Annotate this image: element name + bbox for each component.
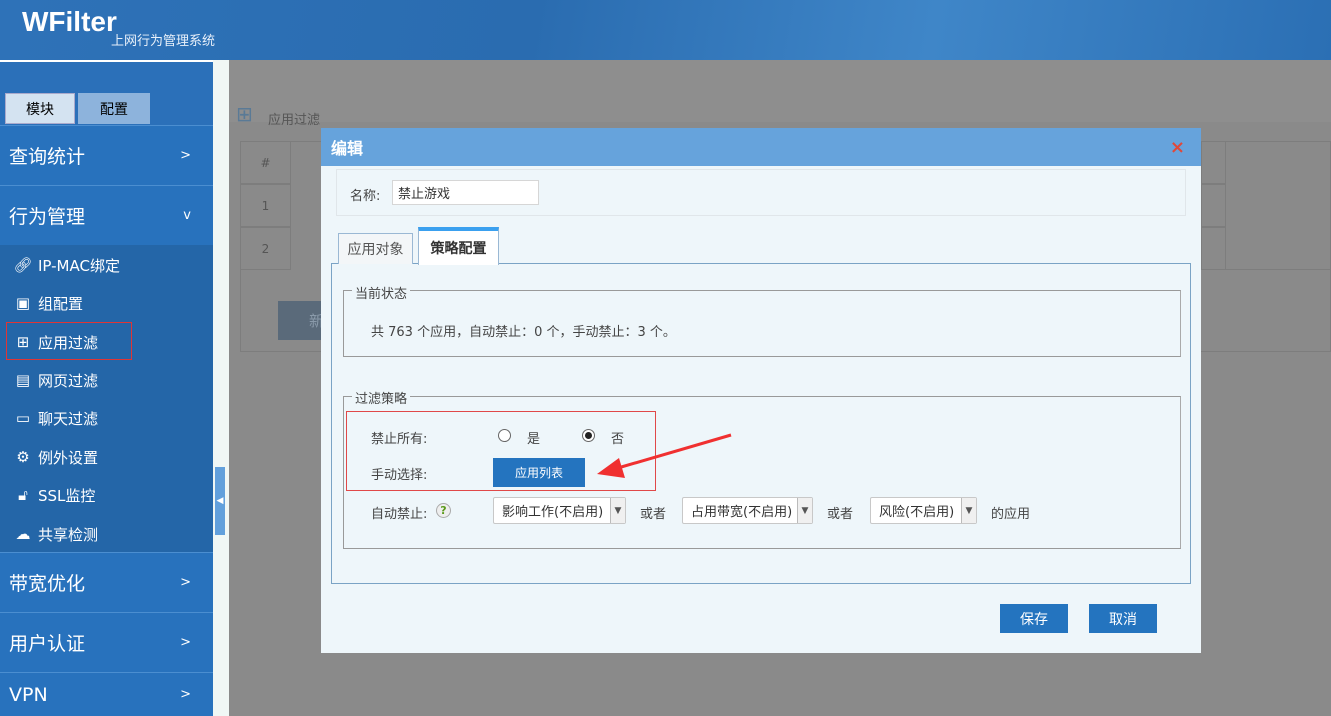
collapse-sidebar-toggle[interactable]: ◀ — [215, 467, 225, 535]
status-legend: 当前状态 — [352, 283, 411, 302]
radio-yes-label: 是 — [527, 432, 541, 447]
chevron-right-icon: > — [180, 635, 191, 650]
sidebar-item-ip-mac[interactable]: 🔗︎ IP-MAC绑定 — [12, 251, 120, 279]
link-icon: 🔗︎ — [13, 256, 33, 274]
item-label: 组配置 — [38, 294, 84, 313]
name-input[interactable] — [392, 180, 539, 205]
dialog-title: 编辑 — [331, 139, 364, 158]
app-header: WFilter 上网行为管理系统 — [0, 0, 1331, 60]
page-icon: ▤ — [15, 371, 31, 389]
item-label: 聊天过滤 — [38, 409, 99, 428]
menu-label: 查询统计 — [9, 146, 86, 168]
radio-yes[interactable] — [498, 429, 511, 442]
tab-config[interactable]: 配置 — [78, 93, 150, 124]
select-value: 风险(不启用) — [879, 505, 955, 520]
menu-query-stats[interactable]: 查询统计 > — [0, 125, 213, 185]
manual-label: 手动选择: — [371, 468, 428, 483]
caret-left-icon: ◀ — [216, 496, 224, 506]
sidebar-gutter — [213, 60, 229, 716]
edit-dialog: 编辑 × 名称: 应用对象 策略配置 当前状态 共 763 个应用，自动禁止：0… — [321, 128, 1201, 653]
select-value: 占用带宽(不启用) — [691, 505, 793, 520]
cancel-button[interactable]: 取消 — [1089, 604, 1157, 633]
red-arrow-annotation — [597, 433, 732, 478]
close-icon[interactable]: × — [1170, 137, 1185, 158]
bandwidth-select[interactable]: 占用带宽(不启用) ▼ — [682, 497, 813, 524]
chevron-right-icon: > — [180, 575, 191, 590]
table-row: 2 — [240, 227, 291, 270]
breadcrumb-bar — [229, 60, 1331, 122]
chat-icon: ▭ — [15, 409, 31, 427]
sidebar-item-ssl[interactable]: 🔓︎ SSL监控 — [12, 481, 95, 509]
select-value: 影响工作(不启用) — [502, 505, 604, 520]
chevron-down-icon: ▼ — [797, 498, 812, 523]
table-header: # — [240, 141, 291, 184]
gear-icon: ⚙ — [16, 448, 30, 466]
suffix-label: 的应用 — [991, 507, 1031, 522]
status-text: 共 763 个应用，自动禁止：0 个，手动禁止：3 个。 — [371, 325, 676, 340]
menu-bandwidth[interactable]: 带宽优化 > — [0, 552, 213, 612]
or-label: 或者 — [640, 507, 667, 522]
sidebar-item-web-filter[interactable]: ▤ 网页过滤 — [12, 366, 98, 394]
item-label: SSL监控 — [38, 486, 96, 505]
table-cell — [1201, 227, 1226, 270]
chevron-right-icon: > — [180, 148, 191, 163]
save-button[interactable]: 保存 — [1000, 604, 1068, 633]
menu-label: 行为管理 — [9, 206, 86, 228]
item-label: 网页过滤 — [38, 371, 99, 390]
sidebar-item-group-config[interactable]: ▣ 组配置 — [12, 289, 83, 317]
logo: WFilter — [22, 6, 117, 37]
id-card-icon: ▣ — [15, 294, 31, 312]
sidebar-item-exceptions[interactable]: ⚙ 例外设置 — [12, 443, 98, 471]
impact-select[interactable]: 影响工作(不启用) ▼ — [493, 497, 626, 524]
menu-user-auth[interactable]: 用户认证 > — [0, 612, 213, 672]
grid-icon: ⊞ — [236, 102, 253, 126]
item-label: 应用过滤 — [38, 333, 99, 352]
menu-behavior-mgmt[interactable]: 行为管理 v — [0, 185, 213, 245]
sidebar-item-chat-filter[interactable]: ▭ 聊天过滤 — [12, 404, 98, 432]
tab-app-objects[interactable]: 应用对象 — [338, 233, 413, 264]
menu-label: VPN — [9, 683, 48, 706]
cloud-icon: ☁ — [15, 525, 31, 543]
name-label: 名称: — [350, 189, 381, 204]
table-cell — [1201, 141, 1226, 184]
table-cell — [1225, 141, 1331, 270]
table-row: 1 — [240, 184, 291, 227]
menu-vpn[interactable]: VPN > — [0, 672, 213, 716]
chevron-right-icon: > — [180, 687, 191, 702]
chevron-down-icon: ▼ — [610, 498, 625, 523]
menu-label: 用户认证 — [9, 633, 86, 655]
chevron-down-icon: v — [183, 208, 191, 223]
risk-select[interactable]: 风险(不启用) ▼ — [870, 497, 977, 524]
sidebar-item-app-filter[interactable]: ⊞ 应用过滤 — [12, 328, 98, 356]
auto-block-label: 自动禁止: — [371, 507, 428, 522]
chevron-down-icon: ▼ — [961, 498, 976, 523]
or-label: 或者 — [827, 507, 854, 522]
app-list-button[interactable]: 应用列表 — [493, 458, 585, 487]
sidebar-item-share-detect[interactable]: ☁ 共享检测 — [12, 520, 99, 548]
item-label: 共享检测 — [38, 525, 99, 544]
lock-icon: 🔓︎ — [18, 486, 28, 504]
policy-legend: 过滤策略 — [352, 388, 411, 407]
help-icon[interactable]: ? — [436, 503, 451, 518]
tab-modules[interactable]: 模块 — [5, 93, 75, 124]
table-cell — [1201, 184, 1226, 227]
item-label: IP-MAC绑定 — [38, 256, 120, 275]
dialog-header: 编辑 × — [321, 128, 1201, 166]
block-all-label: 禁止所有: — [371, 432, 428, 447]
tab-policy-config[interactable]: 策略配置 — [418, 227, 499, 265]
breadcrumb: 应用过滤 — [268, 113, 321, 128]
app-subtitle: 上网行为管理系统 — [111, 34, 216, 49]
menu-label: 带宽优化 — [9, 573, 86, 595]
item-label: 例外设置 — [38, 448, 99, 467]
grid-icon: ⊞ — [16, 333, 30, 351]
